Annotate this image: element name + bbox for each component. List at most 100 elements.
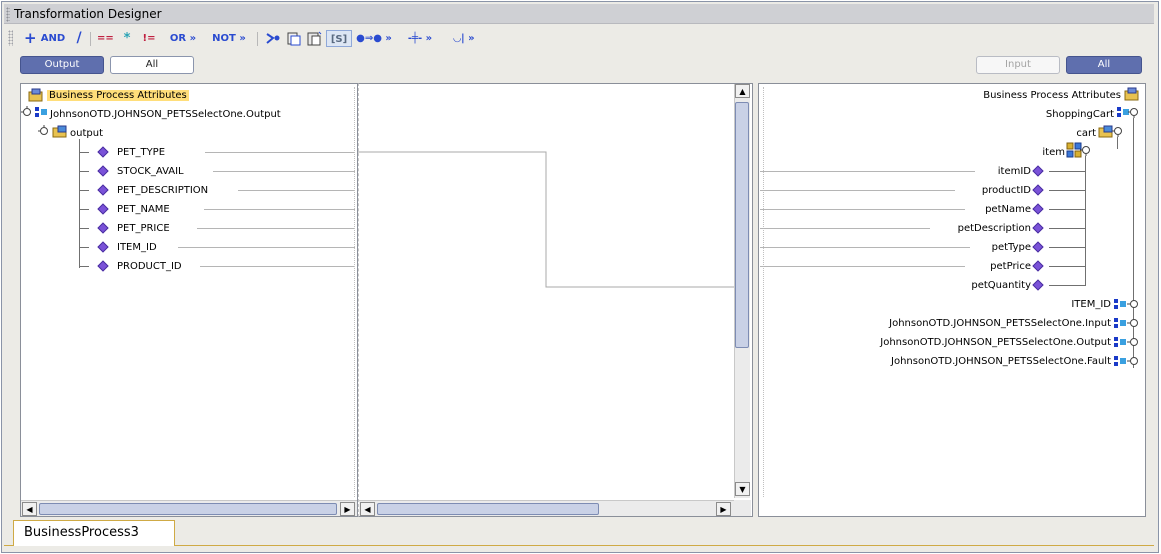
left-field-product-id[interactable]: PRODUCT_ID bbox=[117, 260, 182, 273]
right-otd-output-label[interactable]: JohnsonOTD.JOHNSON_PETSSelectOne.Output bbox=[880, 336, 1111, 349]
expand-handle-icon[interactable] bbox=[1080, 144, 1092, 156]
plus-icon[interactable]: + bbox=[24, 30, 37, 47]
expand-handle-icon[interactable] bbox=[1112, 125, 1124, 137]
canvas-horizontal-scrollbar[interactable]: ◀ ▶ bbox=[359, 500, 734, 516]
tab-businessprocess3[interactable]: BusinessProcess3 bbox=[13, 520, 175, 546]
right-field-petdescription[interactable]: petDescription bbox=[958, 222, 1031, 235]
scroll-corner bbox=[734, 500, 751, 516]
scroll-thumb[interactable] bbox=[39, 503, 337, 515]
right-otd-input-label[interactable]: JohnsonOTD.JOHNSON_PETSSelectOne.Input bbox=[889, 317, 1111, 330]
tree-connector bbox=[79, 152, 89, 153]
tree-connector bbox=[1049, 190, 1085, 191]
output-toggle-button[interactable]: Output bbox=[20, 56, 104, 74]
scroll-left-icon[interactable]: ◀ bbox=[360, 502, 375, 516]
not-equals-button[interactable]: != bbox=[141, 30, 157, 47]
mapping-link-pet-type[interactable] bbox=[358, 151, 750, 288]
scroll-right-icon[interactable]: ▶ bbox=[716, 502, 731, 516]
left-field-pet-price[interactable]: PET_PRICE bbox=[117, 222, 170, 235]
right-field-petname[interactable]: petName bbox=[985, 203, 1031, 216]
asterisk-icon[interactable]: * bbox=[122, 30, 132, 47]
expand-handle-icon[interactable] bbox=[1128, 106, 1140, 118]
otd-node-icon bbox=[35, 107, 47, 117]
merge-button[interactable]: ◡| » bbox=[446, 30, 482, 47]
mapper-icon[interactable] bbox=[265, 30, 281, 47]
string-literal-button[interactable]: [S] bbox=[326, 30, 352, 47]
tree-connector bbox=[79, 190, 89, 191]
scroll-right-icon[interactable]: ▶ bbox=[340, 502, 355, 516]
scroll-thumb[interactable] bbox=[735, 102, 749, 348]
node-handle-icon[interactable] bbox=[1127, 298, 1139, 310]
scroll-thumb[interactable] bbox=[377, 503, 599, 515]
expand-handle-icon[interactable] bbox=[38, 125, 50, 137]
otd-node-icon bbox=[1114, 318, 1126, 328]
title-grip-icon bbox=[6, 7, 10, 22]
field-leader-line bbox=[204, 209, 355, 210]
left-field-pet-type[interactable]: PET_TYPE bbox=[117, 146, 165, 159]
right-field-pettype[interactable]: petType bbox=[992, 241, 1031, 254]
field-leader-line bbox=[760, 190, 955, 191]
right-field-petprice[interactable]: petPrice bbox=[990, 260, 1031, 273]
otd-node-icon bbox=[1114, 337, 1126, 347]
field-leader-line bbox=[178, 247, 355, 248]
title-bar: Transformation Designer bbox=[4, 4, 1154, 24]
left-output-label[interactable]: output bbox=[70, 127, 103, 140]
left-field-pet-description[interactable]: PET_DESCRIPTION bbox=[117, 184, 208, 197]
left-root-label[interactable]: Business Process Attributes bbox=[47, 89, 189, 102]
merge-more: » bbox=[468, 33, 475, 44]
right-item-label[interactable]: item bbox=[1042, 146, 1065, 159]
right-all-toggle-button[interactable]: All bbox=[1066, 56, 1142, 74]
input-toggle-button[interactable]: Input bbox=[976, 56, 1060, 74]
tree-connector bbox=[1049, 209, 1085, 210]
right-item-id-label[interactable]: ITEM_ID bbox=[1071, 298, 1111, 311]
equals-button[interactable]: == bbox=[97, 30, 114, 47]
right-field-petquantity[interactable]: petQuantity bbox=[971, 279, 1031, 292]
left-field-pet-name[interactable]: PET_NAME bbox=[117, 203, 170, 216]
tree-connector bbox=[1117, 137, 1118, 149]
tree-connector bbox=[1049, 266, 1085, 267]
right-field-itemid[interactable]: itemID bbox=[998, 165, 1031, 178]
paste-object-icon[interactable] bbox=[306, 30, 322, 47]
tree-connector bbox=[1049, 247, 1085, 248]
right-field-productid[interactable]: productID bbox=[982, 184, 1031, 197]
and-button[interactable]: AND bbox=[40, 30, 66, 47]
left-horizontal-scrollbar[interactable]: ◀ ▶ bbox=[21, 500, 357, 516]
left-all-toggle-button[interactable]: All bbox=[110, 56, 194, 74]
link-more: » bbox=[385, 33, 392, 44]
tree-connector bbox=[79, 209, 89, 210]
canvas-vertical-scrollbar[interactable]: ▲ ▼ bbox=[734, 84, 750, 498]
transform-more: » bbox=[425, 33, 433, 44]
right-shoppingcart-label[interactable]: ShoppingCart bbox=[1046, 108, 1114, 121]
node-handle-icon[interactable] bbox=[1127, 317, 1139, 329]
right-otd-fault-label[interactable]: JohnsonOTD.JOHNSON_PETSSelectOne.Fault bbox=[891, 355, 1111, 368]
toolbar-separator bbox=[90, 32, 91, 46]
left-otd-label[interactable]: JohnsonOTD.JOHNSON_PETSSelectOne.Output bbox=[50, 108, 281, 121]
toolbar-separator-2 bbox=[257, 32, 258, 46]
folder-icon bbox=[28, 88, 43, 102]
field-leader-line bbox=[205, 152, 355, 153]
copy-object-icon[interactable] bbox=[286, 30, 302, 47]
field-leader-line bbox=[197, 228, 355, 229]
tree-connector bbox=[79, 139, 80, 268]
window-title: Transformation Designer bbox=[14, 7, 162, 21]
node-handle-icon[interactable] bbox=[1127, 336, 1139, 348]
field-leader-line bbox=[213, 171, 355, 172]
node-handle-icon[interactable] bbox=[1127, 355, 1139, 367]
field-leader-line bbox=[760, 247, 970, 248]
tree-connector bbox=[1085, 156, 1086, 286]
left-field-item-id[interactable]: ITEM_ID bbox=[117, 241, 157, 254]
pane-edge bbox=[354, 87, 355, 497]
scroll-down-icon[interactable]: ▼ bbox=[735, 482, 750, 496]
tree-connector bbox=[79, 266, 89, 267]
slash-icon[interactable]: / bbox=[74, 30, 84, 47]
link-button[interactable]: ●⇒● » bbox=[356, 30, 392, 47]
left-field-stock-avail[interactable]: STOCK_AVAIL bbox=[117, 165, 184, 178]
right-cart-label[interactable]: cart bbox=[1076, 127, 1096, 140]
right-root-label[interactable]: Business Process Attributes bbox=[983, 89, 1121, 102]
expand-handle-icon[interactable] bbox=[21, 106, 33, 118]
transform-button[interactable]: -╪- » bbox=[402, 30, 438, 47]
field-leader-line bbox=[238, 190, 355, 191]
scroll-up-icon[interactable]: ▲ bbox=[735, 84, 750, 98]
not-button[interactable]: NOT » bbox=[208, 30, 250, 47]
or-button[interactable]: OR » bbox=[165, 30, 201, 47]
scroll-left-icon[interactable]: ◀ bbox=[22, 502, 37, 516]
